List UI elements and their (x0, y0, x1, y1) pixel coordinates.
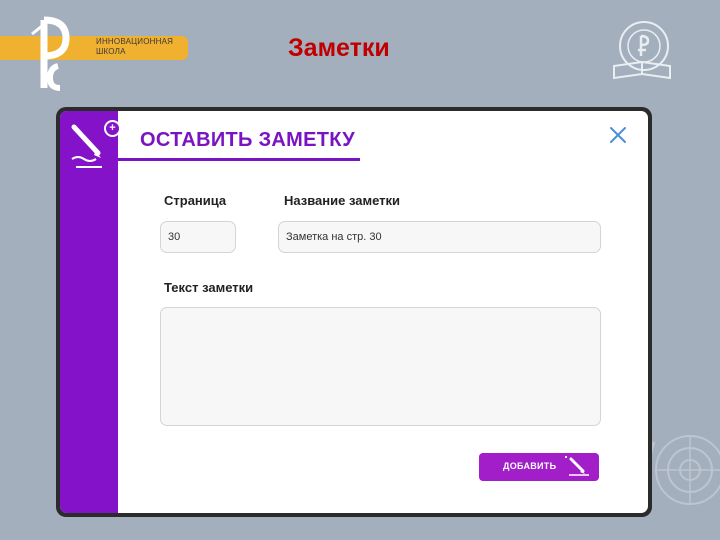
book-emblem-icon (613, 21, 671, 80)
add-badge-icon: + (104, 120, 121, 137)
title-underline (118, 158, 360, 161)
dialog-side-strip (60, 111, 118, 513)
add-note-button[interactable]: ДОБАВИТЬ (479, 453, 599, 481)
school-name: ИННОВАЦИОННАЯ ШКОЛА (96, 37, 173, 57)
school-name-line2: ШКОЛА (96, 47, 126, 56)
add-button-label: ДОБАВИТЬ (503, 461, 557, 471)
pen-writing-icon (71, 124, 102, 168)
page-input[interactable]: 30 (160, 221, 236, 253)
note-name-input[interactable]: Заметка на стр. 30 (278, 221, 601, 253)
school-name-line1: ИННОВАЦИОННАЯ (96, 37, 174, 46)
note-text-area[interactable] (160, 307, 601, 426)
pen-plus-icon (565, 456, 589, 476)
slide-title: Заметки (288, 34, 390, 62)
note-text-label: Текст заметки (164, 280, 254, 295)
dialog-panel: + ОСТАВИТЬ ЗАМЕТКУ Страница Название зам… (60, 111, 648, 513)
page-label: Страница (164, 193, 227, 208)
close-icon[interactable] (609, 126, 627, 144)
dialog-title: ОСТАВИТЬ ЗАМЕТКУ (140, 129, 356, 151)
un-emblem-icon (646, 435, 720, 505)
note-dialog: + ОСТАВИТЬ ЗАМЕТКУ Страница Название зам… (56, 107, 652, 517)
note-name-label: Название заметки (284, 193, 401, 208)
school-logo-icon (31, 16, 70, 91)
